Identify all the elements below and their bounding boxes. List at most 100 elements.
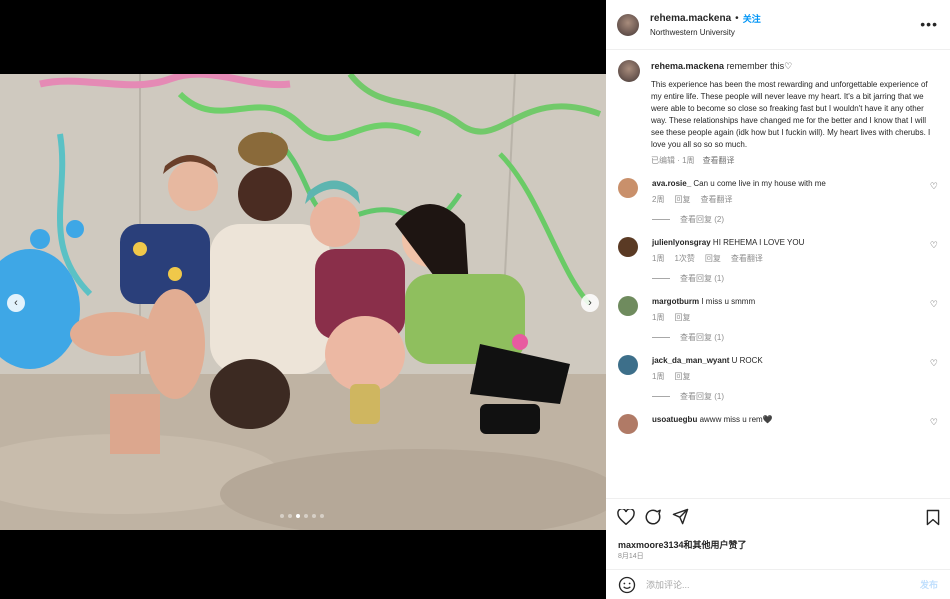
comment-line: margotburm I miss u smmm <box>652 296 922 307</box>
comment-meta: 1周 回复 <box>652 371 922 382</box>
emoji-icon <box>618 576 636 593</box>
comment-username[interactable]: jack_da_man_wyant <box>652 356 729 365</box>
comment-username[interactable]: julienlyonsgray <box>652 238 711 247</box>
comment-reply-link[interactable]: 回复 <box>705 253 721 264</box>
caption-text: This experience has been the most reward… <box>651 80 931 149</box>
comment-body: jack_da_man_wyant U ROCK 1周 回复 <box>652 355 922 382</box>
comment-reply-link[interactable]: 回复 <box>674 312 690 323</box>
comment-text: awww miss u rem🖤 <box>699 415 773 424</box>
view-replies-button[interactable]: 查看回复 (1) <box>652 332 938 343</box>
comment-body: usoatuegbu awww miss u rem🖤 <box>652 414 922 434</box>
comment-like-button[interactable]: ♡ <box>930 240 938 251</box>
header-line: rehema.mackena • 关注 <box>650 12 761 25</box>
follow-button[interactable]: 关注 <box>743 12 761 25</box>
carousel-dot <box>280 514 284 518</box>
photo-illustration <box>0 74 606 530</box>
caption-head: rehema.mackena remember this♡ <box>651 60 937 72</box>
carousel-dot <box>312 514 316 518</box>
view-replies-label: 查看回复 (2) <box>680 215 724 224</box>
comment-input[interactable] <box>646 579 896 590</box>
more-options-button[interactable]: ••• <box>920 16 938 32</box>
comment-translate-link[interactable]: 查看翻译 <box>700 194 732 205</box>
comment-button[interactable] <box>643 507 663 527</box>
carousel-prev-button[interactable]: ‹ <box>7 294 25 312</box>
comment-avatar[interactable] <box>618 355 638 375</box>
comment-time: 2周 <box>652 195 665 204</box>
caption-avatar[interactable] <box>618 60 640 82</box>
share-button[interactable] <box>670 507 690 527</box>
carousel-dot <box>288 514 292 518</box>
heart-icon: ♡ <box>929 358 938 368</box>
heart-icon: ♡ <box>929 240 938 250</box>
likes-summary[interactable]: maxmoore3134和其他用户赞了 <box>618 538 747 551</box>
post-photo[interactable]: ‹ › <box>0 74 606 530</box>
post-date: 8月14日 <box>618 553 644 560</box>
emoji-button[interactable] <box>618 576 636 594</box>
comment-text: HI REHEMA I LOVE YOU <box>712 238 805 247</box>
heart-icon: ♡ <box>929 417 938 427</box>
send-icon <box>672 508 688 525</box>
comment-username[interactable]: margotburm <box>652 297 699 306</box>
comment-like-button[interactable]: ♡ <box>930 299 938 310</box>
comment-reply-link[interactable]: 回复 <box>674 371 690 382</box>
comment-item: margotburm I miss u smmm 1周 回复 ♡ <box>618 296 938 323</box>
caption-edited: 已编辑 · 1周 <box>651 156 695 165</box>
comment-time: 1周 <box>652 313 665 322</box>
comment-text: I miss u smmm <box>701 297 756 306</box>
heart-icon: ♡ <box>929 181 938 191</box>
comment-likes[interactable]: 1次赞 <box>674 253 694 264</box>
carousel-dots <box>280 514 324 518</box>
comment-translate-link[interactable]: 查看翻译 <box>731 253 763 264</box>
comment-reply-link[interactable]: 回复 <box>674 194 690 205</box>
bookmark-icon <box>926 509 940 526</box>
comment-meta: 1周 回复 <box>652 312 922 323</box>
comment-line: ava.rosie_ Can u come live in my house w… <box>652 178 922 189</box>
chevron-right-icon: › <box>588 297 592 309</box>
comment-time: 1周 <box>652 254 665 263</box>
action-bar <box>606 498 950 534</box>
comment-like-button[interactable]: ♡ <box>930 417 938 428</box>
comment-body: julienlyonsgray HI REHEMA I LOVE YOU 1周 … <box>652 237 922 264</box>
comment-body: ava.rosie_ Can u come live in my house w… <box>652 178 922 205</box>
comments-list[interactable]: rehema.mackena remember this♡ This exper… <box>606 50 950 498</box>
comment-avatar[interactable] <box>618 237 638 257</box>
caption-translate-link[interactable]: 查看翻译 <box>703 155 735 166</box>
location-link[interactable]: Northwestern University <box>650 28 761 37</box>
comment-time: 1周 <box>652 372 665 381</box>
replies-divider <box>652 219 670 220</box>
comment-like-button[interactable]: ♡ <box>930 358 938 369</box>
view-replies-button[interactable]: 查看回复 (1) <box>652 391 938 402</box>
comment-text: U ROCK <box>731 356 763 365</box>
comment-icon <box>645 509 661 525</box>
caption-username[interactable]: rehema.mackena <box>651 61 724 71</box>
comment-avatar[interactable] <box>618 178 638 198</box>
heart-icon: ♡ <box>929 299 938 309</box>
replies-divider <box>652 278 670 279</box>
comment-username[interactable]: usoatuegbu <box>652 415 697 424</box>
post-sidebar: rehema.mackena • 关注 Northwestern Univers… <box>606 0 950 599</box>
heart-icon <box>617 508 635 525</box>
comment-item: usoatuegbu awww miss u rem🖤 ♡ <box>618 414 938 434</box>
author-username[interactable]: rehema.mackena <box>650 13 731 24</box>
comment-item: julienlyonsgray HI REHEMA I LOVE YOU 1周 … <box>618 237 938 264</box>
avatar[interactable] <box>617 13 639 36</box>
save-button[interactable] <box>926 509 940 531</box>
caption: rehema.mackena remember this♡ This exper… <box>618 60 938 166</box>
view-replies-label: 查看回复 (1) <box>680 274 724 283</box>
carousel-next-button[interactable]: › <box>581 294 599 312</box>
replies-divider <box>652 396 670 397</box>
post-comment-button[interactable]: 发布 <box>920 578 938 591</box>
media-panel: ‹ › <box>0 0 606 599</box>
carousel-dot <box>304 514 308 518</box>
view-replies-button[interactable]: 查看回复 (1) <box>652 273 938 284</box>
like-button[interactable] <box>616 507 636 527</box>
comment-meta: 1周 1次赞 回复 查看翻译 <box>652 253 922 264</box>
view-replies-button[interactable]: 查看回复 (2) <box>652 214 938 225</box>
comment-item: jack_da_man_wyant U ROCK 1周 回复 ♡ <box>618 355 938 382</box>
comment-avatar[interactable] <box>618 296 638 316</box>
comment-username[interactable]: ava.rosie_ <box>652 179 691 188</box>
comment-like-button[interactable]: ♡ <box>930 181 938 192</box>
carousel-dot-active <box>296 514 300 518</box>
comment-avatar[interactable] <box>618 414 638 434</box>
comment-body: margotburm I miss u smmm 1周 回复 <box>652 296 922 323</box>
